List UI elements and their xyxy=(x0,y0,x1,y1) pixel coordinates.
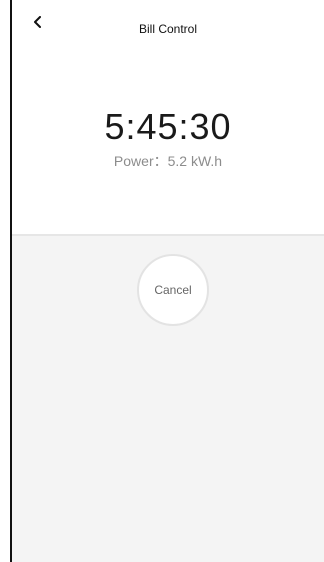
page-title: Bill Control xyxy=(138,22,198,36)
header-bar: Bill Control xyxy=(12,0,324,58)
action-panel: Cancel xyxy=(12,236,324,562)
power-readout: Power：5.2 kW.h xyxy=(113,153,223,169)
elapsed-time: 5:45:30 xyxy=(104,106,232,147)
cancel-button[interactable]: Cancel xyxy=(137,254,209,326)
bill-control-screen: Bill Control 5:45:30 Power：5.2 kW.h Canc… xyxy=(0,0,324,562)
session-summary: 5:45:30 Power：5.2 kW.h xyxy=(12,58,324,234)
